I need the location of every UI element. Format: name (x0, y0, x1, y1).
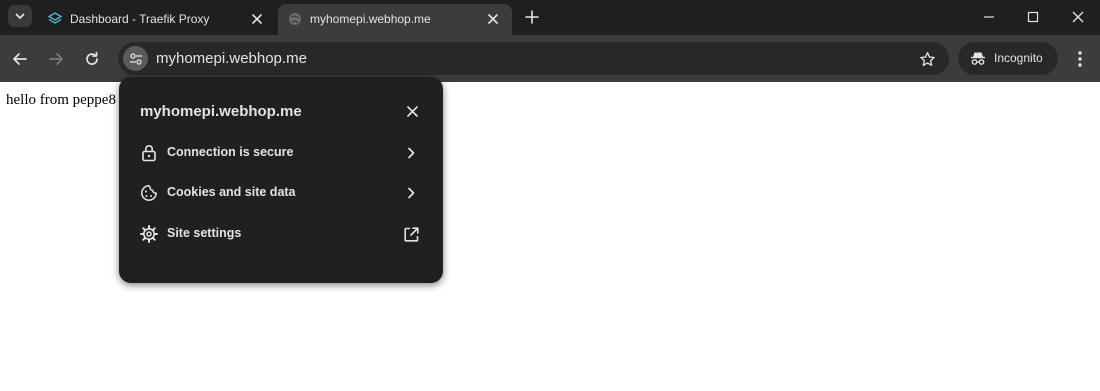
reload-button[interactable] (79, 46, 105, 72)
globe-icon (288, 12, 302, 26)
tab-strip: Dashboard - Traefik Proxy myhomepi.webho… (0, 0, 1100, 35)
site-info-button[interactable] (123, 46, 148, 71)
star-icon (919, 51, 935, 66)
browser-menu-button[interactable] (1068, 46, 1092, 72)
tab-myhomepi[interactable]: myhomepi.webhop.me (278, 4, 512, 35)
window-close-button[interactable] (1055, 0, 1100, 33)
url-text: myhomepi.webhop.me (156, 50, 307, 67)
chevron-down-icon (15, 13, 25, 19)
close-tab-icon[interactable] (248, 10, 266, 28)
site-info-popup: myhomepi.webhop.me Connection is secure … (119, 77, 443, 283)
row-label: Connection is secure (167, 145, 294, 159)
tab-title: myhomepi.webhop.me (310, 12, 431, 26)
new-tab-button[interactable] (520, 6, 544, 28)
maximize-icon (1027, 11, 1039, 22)
connection-security-row[interactable]: Connection is secure (119, 133, 443, 173)
cookie-icon (140, 184, 158, 202)
maximize-button[interactable] (1010, 0, 1056, 33)
tab-search-button[interactable] (8, 5, 32, 27)
minimize-icon (984, 15, 994, 18)
incognito-icon (971, 52, 985, 65)
forward-button[interactable] (43, 46, 69, 72)
row-label: Cookies and site data (167, 185, 296, 199)
back-button[interactable] (7, 46, 33, 72)
chevron-right-icon (402, 184, 420, 202)
close-icon (1072, 11, 1084, 22)
tab-traefik-dashboard[interactable]: Dashboard - Traefik Proxy (38, 4, 276, 35)
incognito-profile-button[interactable]: Incognito (958, 42, 1058, 75)
cookies-row[interactable]: Cookies and site data (119, 173, 443, 213)
arrow-left-icon (13, 53, 27, 65)
arrow-right-icon (49, 53, 63, 65)
popup-title: myhomepi.webhop.me (140, 103, 302, 120)
gear-icon (140, 225, 158, 243)
row-label: Site settings (167, 226, 242, 240)
close-tab-icon[interactable] (484, 10, 502, 28)
page-body-text: hello from peppe8 (6, 92, 116, 108)
incognito-label: Incognito (994, 51, 1043, 65)
address-bar[interactable]: myhomepi.webhop.me (118, 42, 949, 75)
popup-close-button[interactable] (402, 101, 422, 121)
tab-title: Dashboard - Traefik Proxy (70, 12, 210, 26)
minimize-button[interactable] (966, 0, 1012, 33)
tune-icon (129, 52, 142, 65)
close-icon (406, 105, 418, 117)
site-settings-row[interactable]: Site settings (119, 214, 443, 254)
more-vertical-icon (1078, 51, 1082, 67)
open-external-icon (402, 225, 420, 243)
plus-icon (525, 10, 539, 24)
chevron-right-icon (402, 144, 420, 162)
browser-toolbar: myhomepi.webhop.me Incognito (0, 35, 1100, 82)
lock-icon (140, 144, 158, 162)
bookmark-button[interactable] (917, 49, 937, 69)
traefik-logo-icon (48, 12, 62, 26)
reload-icon (86, 51, 98, 65)
